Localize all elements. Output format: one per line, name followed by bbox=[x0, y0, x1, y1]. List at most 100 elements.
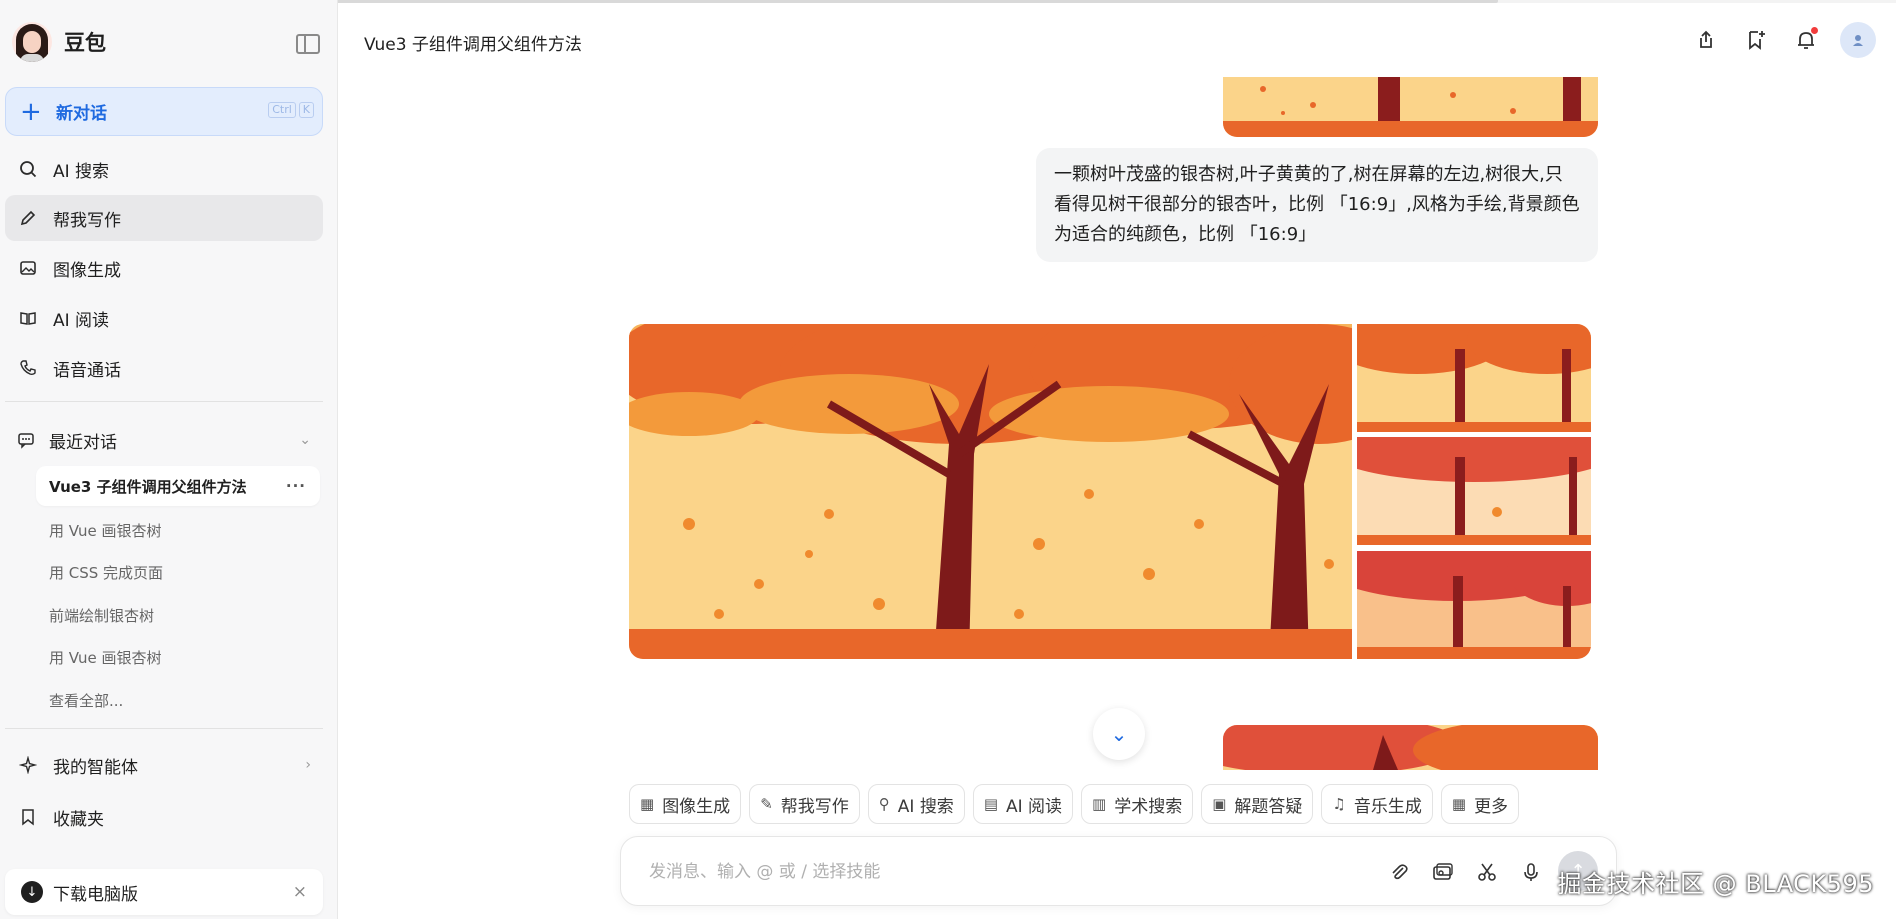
user-message-bubble: 一颗树叶茂盛的银杏树,叶子黄黄的了,树在屏幕的左边,树很大,只看得见树干很部分的… bbox=[1036, 148, 1598, 262]
history-item[interactable]: 用 CSS 完成页面 bbox=[36, 552, 320, 592]
skill-chip-ai-search[interactable]: ⚲ AI 搜索 bbox=[867, 784, 965, 824]
skill-chip-label: 学术搜索 bbox=[1114, 796, 1183, 817]
skill-chip-image-gen[interactable]: ▦ 图像生成 bbox=[629, 784, 742, 824]
generated-image-main[interactable] bbox=[629, 324, 1352, 659]
user-avatar[interactable] bbox=[1840, 22, 1876, 58]
previous-image-crop[interactable] bbox=[1223, 77, 1598, 137]
sidebar-item-favorites[interactable]: 收藏夹 bbox=[5, 794, 323, 840]
skill-chip-academic-search[interactable]: ▥ 学术搜索 bbox=[1081, 784, 1194, 824]
shortcut-key-k: K bbox=[298, 102, 314, 118]
bell-icon[interactable] bbox=[1790, 24, 1822, 56]
sidebar-item-writing[interactable]: 帮我写作 bbox=[5, 195, 323, 241]
shortcut-hint: Ctrl K bbox=[268, 102, 314, 118]
ai-search-icon: ⚲ bbox=[878, 795, 890, 813]
brand-name: 豆包 bbox=[64, 31, 106, 55]
skill-chip-label: 解题答疑 bbox=[1234, 796, 1303, 817]
book-icon: ▤ bbox=[983, 795, 998, 813]
ai-search-icon bbox=[17, 158, 39, 180]
history-item[interactable]: 前端绘制银杏树 bbox=[36, 595, 320, 635]
sidebar-item-image-gen[interactable]: 图像生成 bbox=[5, 245, 323, 291]
sidebar-item-label: 我的智能体 bbox=[53, 757, 138, 778]
microphone-icon[interactable] bbox=[1518, 859, 1544, 885]
download-icon: ↓ bbox=[21, 881, 43, 903]
new-chat-button[interactable]: + 新对话 Ctrl K bbox=[5, 87, 323, 136]
next-image-crop[interactable] bbox=[1223, 725, 1598, 770]
sidebar-item-label: 语音通话 bbox=[53, 360, 121, 381]
view-all-link[interactable]: 查看全部... bbox=[36, 680, 320, 720]
chevron-down-icon[interactable]: ⌄ bbox=[299, 432, 311, 448]
plus-icon: + bbox=[20, 96, 42, 127]
skill-chip-writing[interactable]: ✎ 帮我写作 bbox=[749, 784, 860, 824]
share-icon[interactable] bbox=[1690, 24, 1722, 56]
sidebar-collapse-icon[interactable] bbox=[296, 34, 320, 54]
generated-image-thumb[interactable] bbox=[1357, 551, 1591, 659]
history-item-label: 前端绘制银杏树 bbox=[49, 606, 155, 625]
shortcut-key-ctrl: Ctrl bbox=[268, 102, 296, 118]
close-icon[interactable]: × bbox=[293, 882, 307, 902]
generated-image-grid bbox=[629, 324, 1591, 659]
bookmark-add-icon[interactable] bbox=[1740, 24, 1772, 56]
scissors-icon[interactable] bbox=[1474, 859, 1500, 885]
history-item-label: 用 Vue 画银杏树 bbox=[49, 521, 162, 540]
skill-chip-music[interactable]: ♫ 音乐生成 bbox=[1321, 784, 1433, 824]
music-icon: ♫ bbox=[1332, 795, 1346, 813]
pen-icon: ✎ bbox=[760, 795, 773, 813]
sparkle-icon bbox=[17, 754, 39, 776]
solve-icon: ▣ bbox=[1212, 795, 1227, 813]
phone-icon bbox=[17, 357, 39, 379]
pen-icon bbox=[17, 207, 39, 229]
skill-chip-ai-reading[interactable]: ▤ AI 阅读 bbox=[972, 784, 1074, 824]
sidebar-item-label: AI 搜索 bbox=[53, 161, 110, 182]
chevron-right-icon: › bbox=[305, 757, 311, 773]
sidebar-item-agents[interactable]: 我的智能体 › bbox=[5, 742, 323, 788]
brand[interactable]: 豆包 bbox=[12, 22, 106, 62]
image-icon bbox=[17, 257, 39, 279]
skill-chip-label: 更多 bbox=[1474, 796, 1509, 817]
history-item-label: 用 CSS 完成页面 bbox=[49, 563, 164, 582]
sidebar-divider bbox=[5, 401, 323, 402]
history-item[interactable]: 用 Vue 画银杏树 bbox=[36, 637, 320, 677]
sidebar-item-ai-search[interactable]: AI 搜索 bbox=[5, 146, 323, 192]
history-item-label: 用 Vue 画银杏树 bbox=[49, 648, 162, 667]
page-title: Vue3 子组件调用父组件方法 bbox=[364, 35, 582, 55]
sidebar-item-voice-call[interactable]: 语音通话 bbox=[5, 345, 323, 391]
bookmark-icon bbox=[17, 806, 39, 828]
sidebar-item-label: AI 阅读 bbox=[53, 310, 110, 331]
new-chat-label: 新对话 bbox=[56, 104, 107, 124]
download-label: 下载电脑版 bbox=[53, 884, 138, 905]
generated-image-thumb[interactable] bbox=[1357, 324, 1591, 432]
sidebar-divider bbox=[5, 728, 323, 729]
download-desktop-banner[interactable]: ↓ 下载电脑版 × bbox=[5, 869, 323, 915]
image-upload-icon[interactable] bbox=[1430, 859, 1456, 885]
paperclip-icon[interactable] bbox=[1386, 859, 1412, 885]
history-item[interactable]: 用 Vue 画银杏树 bbox=[36, 510, 320, 550]
notification-dot bbox=[1811, 27, 1818, 34]
chat-bubble-icon bbox=[17, 431, 35, 449]
history-item-current[interactable]: Vue3 子组件调用父组件方法 ··· bbox=[36, 466, 320, 506]
skill-chip-solve[interactable]: ▣ 解题答疑 bbox=[1201, 784, 1314, 824]
skill-chip-label: AI 搜索 bbox=[897, 796, 954, 817]
skill-chip-label: 音乐生成 bbox=[1353, 796, 1422, 817]
view-all-label: 查看全部... bbox=[49, 691, 124, 710]
generated-image-thumb[interactable] bbox=[1357, 437, 1591, 545]
chart-icon: ▥ bbox=[1092, 795, 1107, 813]
skill-chip-bar: ▦ 图像生成 ✎ 帮我写作 ⚲ AI 搜索 ▤ AI 阅读 ▥ 学术搜索 ▣ 解题答疑 ♫ 音… bbox=[629, 784, 1520, 824]
skill-chip-more[interactable]: ▦ 更多 bbox=[1440, 784, 1520, 824]
header-actions bbox=[1690, 22, 1876, 58]
skill-chip-label: 图像生成 bbox=[662, 796, 731, 817]
watermark: 掘金技术社区 @ BLACK595 bbox=[1557, 870, 1874, 898]
grid-icon: ▦ bbox=[1451, 795, 1467, 813]
message-input[interactable] bbox=[649, 857, 1369, 887]
recent-chats-header[interactable]: 最近对话 ⌄ bbox=[5, 418, 323, 462]
more-options-icon[interactable]: ··· bbox=[286, 477, 306, 495]
sidebar-item-label: 帮我写作 bbox=[53, 210, 121, 231]
scroll-to-bottom-button[interactable]: ⌄ bbox=[1093, 708, 1145, 760]
sidebar-item-ai-reading[interactable]: AI 阅读 bbox=[5, 295, 323, 341]
book-icon bbox=[17, 307, 39, 329]
brand-avatar bbox=[12, 22, 52, 62]
composer-tools bbox=[1386, 859, 1544, 885]
sidebar: 豆包 + 新对话 Ctrl K AI 搜索 帮我写作 图像生成 AI 阅读 语音… bbox=[0, 0, 338, 919]
skill-chip-label: 帮我写作 bbox=[780, 796, 849, 817]
message-composer: ↑ bbox=[620, 836, 1617, 906]
sidebar-item-label: 图像生成 bbox=[53, 260, 121, 281]
